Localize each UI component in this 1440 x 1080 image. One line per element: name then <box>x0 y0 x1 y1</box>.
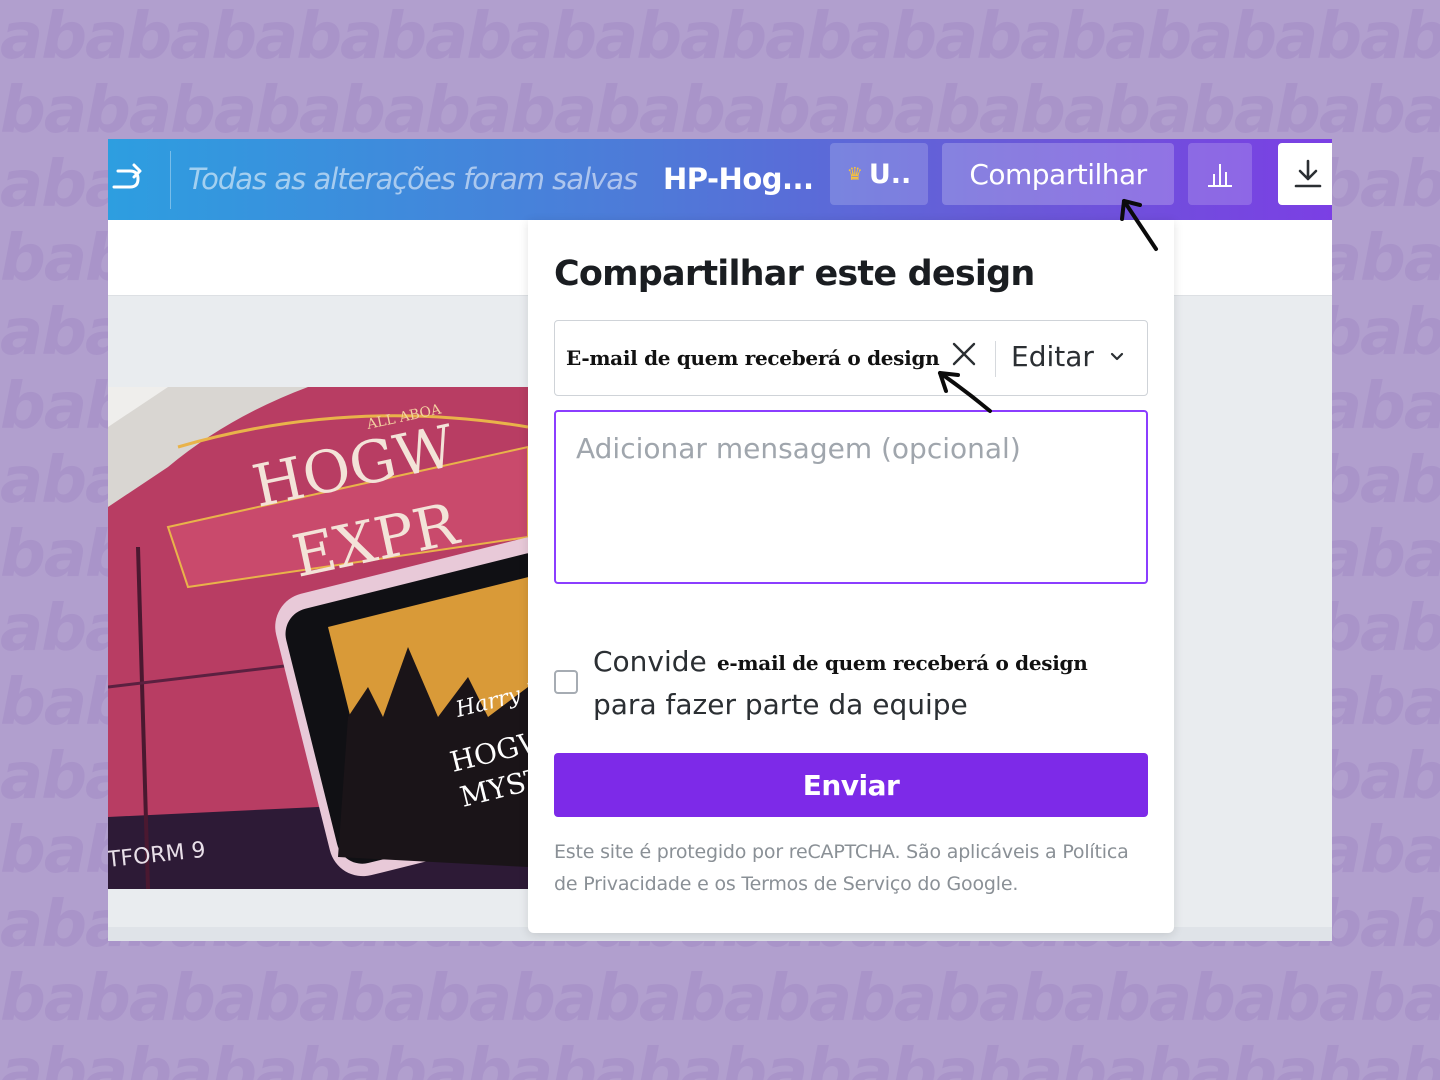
send-button[interactable]: Enviar <box>554 753 1148 817</box>
document-title[interactable]: HP-Hog... <box>663 159 814 199</box>
redo-icon[interactable] <box>110 161 144 195</box>
permission-value: Editar <box>1011 340 1094 373</box>
crown-icon: ♛ <box>846 163 863 185</box>
design-photo[interactable]: HOGW EXPR ALL ABOA TFORM 9 HOGW MYST Har… <box>108 387 528 889</box>
upgrade-label: U.. <box>868 158 912 190</box>
share-dialog: Compartilhar este design E-mail de quem … <box>528 220 1174 933</box>
email-recipient-field[interactable]: E-mail de quem receberá o design Editar <box>554 320 1148 396</box>
dialog-title: Compartilhar este design <box>554 254 1035 294</box>
toolbar-divider <box>170 151 171 209</box>
annotation-arrow-share <box>1120 199 1158 251</box>
recaptcha-notice: Este site é protegido por reCAPTCHA. São… <box>554 841 1129 895</box>
invite-label-prefix: Convide <box>593 645 707 678</box>
invite-email-label: e-mail de quem receberá o design <box>717 651 1088 675</box>
insights-button[interactable] <box>1188 143 1252 205</box>
chevron-down-icon <box>1110 352 1124 361</box>
message-input[interactable] <box>554 410 1148 584</box>
app-screenshot: Todas as alterações foram salvas HP-Hog.… <box>108 139 1332 941</box>
upgrade-button[interactable]: ♛ U.. <box>830 143 928 205</box>
invite-label-suffix: para fazer parte da equipe <box>593 688 968 721</box>
invite-team-checkbox[interactable] <box>554 670 578 694</box>
saved-status: Todas as alterações foram salvas <box>188 162 638 196</box>
download-button[interactable] <box>1278 143 1332 205</box>
email-recipient-chip: E-mail de quem receberá o design <box>566 346 940 370</box>
download-icon <box>1294 159 1322 188</box>
permission-select[interactable]: Editar <box>1011 339 1126 375</box>
field-separator <box>995 341 996 377</box>
bar-chart-icon <box>1208 164 1232 187</box>
annotation-arrow-email <box>938 371 992 413</box>
